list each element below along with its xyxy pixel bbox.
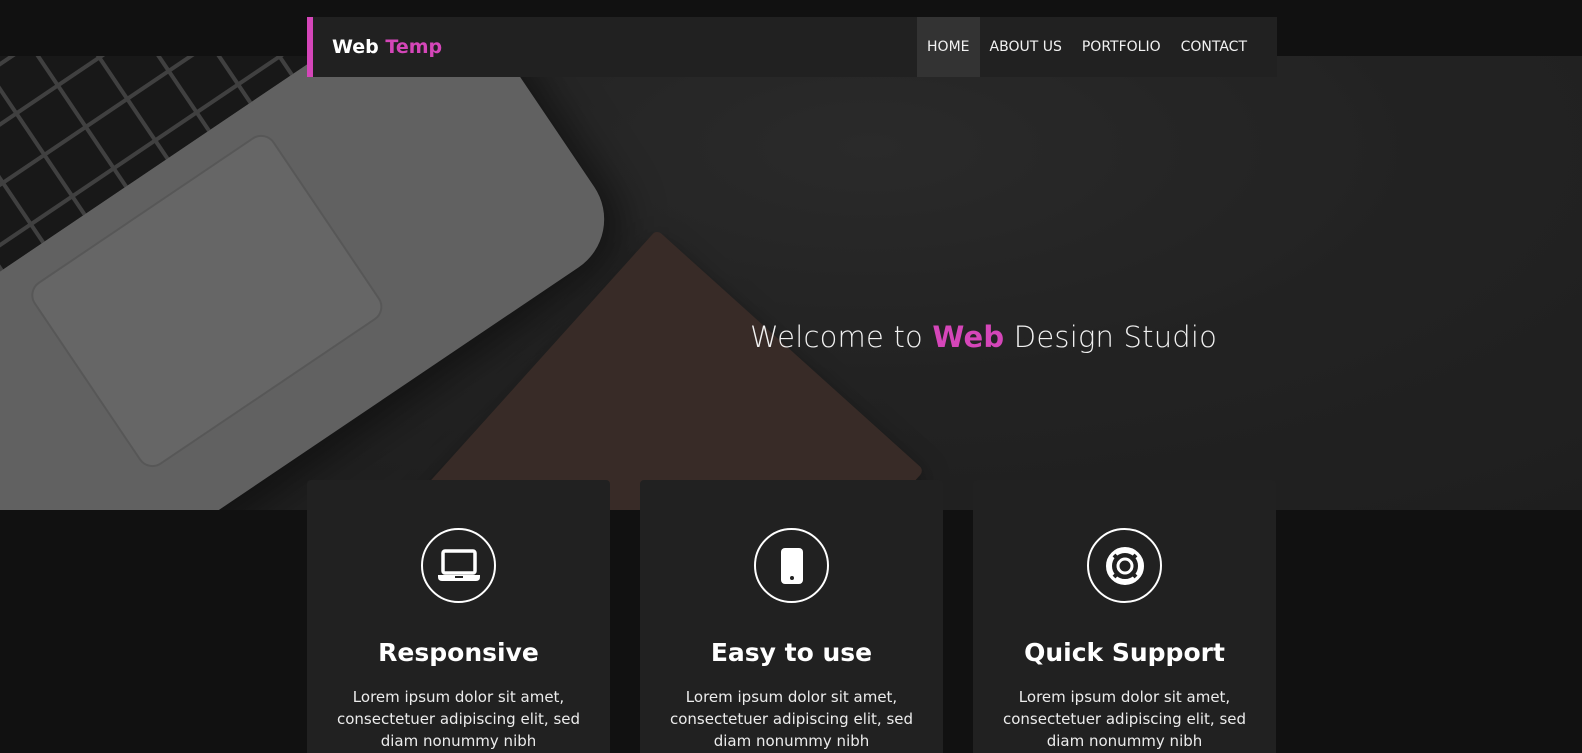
hero-overlay — [0, 56, 1582, 510]
feature-title: Easy to use — [710, 638, 873, 667]
nav-item-portfolio[interactable]: PORTFOLIO — [1072, 17, 1171, 77]
feature-text: Lorem ipsum dolor sit amet, consectetuer… — [1002, 688, 1247, 750]
nav-menu: HOME ABOUT US PORTFOLIO CONTACT — [917, 17, 1257, 77]
hero-title-accent: Web — [932, 320, 1005, 354]
brand-part-1: Web — [332, 36, 379, 58]
feature-card-responsive: Responsive Lorem ipsum dolor sit amet, c… — [307, 480, 610, 753]
hero-title-suffix: Design Studio — [1004, 320, 1218, 354]
feature-card-quick-support: Quick Support Lorem ipsum dolor sit amet… — [973, 480, 1276, 753]
hero-title: Welcome to Web Design Studio — [750, 320, 1270, 354]
feature-text: Lorem ipsum dolor sit amet, consectetuer… — [336, 688, 581, 750]
hero-title-prefix: Welcome to — [750, 320, 933, 354]
mobile-icon — [754, 528, 829, 603]
hero-banner: Welcome to Web Design Studio — [0, 56, 1582, 510]
navbar: Web Temp HOME ABOUT US PORTFOLIO CONTACT — [307, 17, 1277, 77]
feature-text: Lorem ipsum dolor sit amet, consectetuer… — [669, 688, 914, 750]
nav-item-home[interactable]: HOME — [917, 17, 980, 77]
brand-part-2: Temp — [385, 36, 443, 58]
nav-item-about-us[interactable]: ABOUT US — [980, 17, 1072, 77]
life-ring-icon — [1087, 528, 1162, 603]
nav-item-contact[interactable]: CONTACT — [1171, 17, 1257, 77]
brand-logo[interactable]: Web Temp — [313, 36, 442, 58]
feature-card-easy-to-use: Easy to use Lorem ipsum dolor sit amet, … — [640, 480, 943, 753]
laptop-icon — [421, 528, 496, 603]
feature-title: Quick Support — [1024, 638, 1225, 667]
feature-title: Responsive — [378, 638, 539, 667]
